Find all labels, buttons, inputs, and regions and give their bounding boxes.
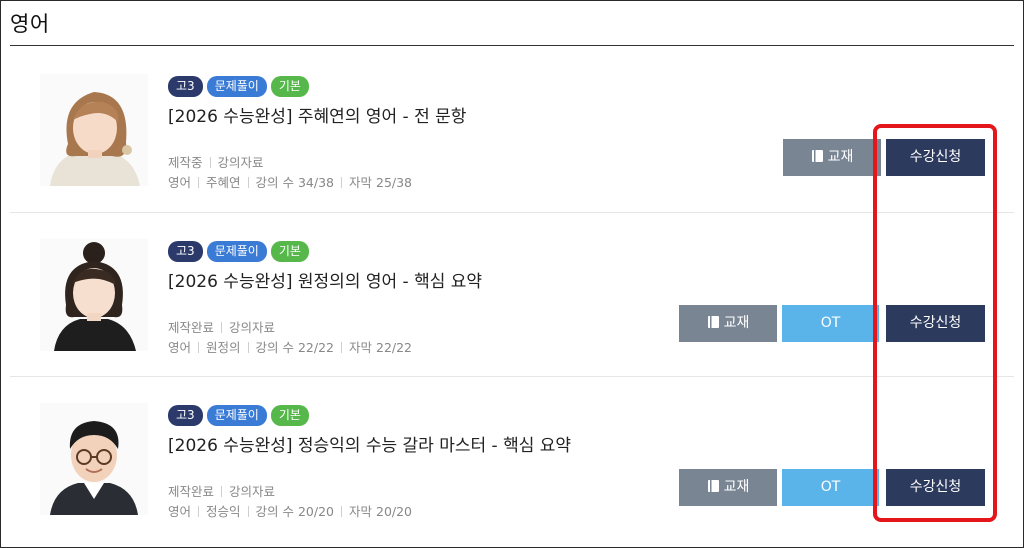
book-icon — [707, 471, 720, 508]
enroll-button[interactable]: 수강신청 — [886, 469, 985, 506]
teacher-photo — [40, 239, 148, 351]
meta-separator — [341, 342, 343, 353]
book-icon — [707, 307, 720, 344]
tag-list: 고3 문제풀이 기본 — [168, 76, 309, 97]
teacher-photo — [40, 403, 148, 515]
enroll-button[interactable]: 수강신청 — [886, 305, 985, 342]
type-tag: 문제풀이 — [206, 76, 267, 97]
lecture-count: 강의 수 34/38 — [255, 175, 335, 190]
section-title: 영어 — [10, 12, 50, 36]
teacher-name: 주혜연 — [206, 175, 241, 190]
textbook-button[interactable]: 교재 — [783, 139, 881, 176]
meta-separator — [247, 506, 249, 517]
course-item: 고3 문제풀이 기본 [2026 수능완성] 원정의의 영어 - 핵심 요약 제… — [10, 212, 1014, 377]
grade-tag: 고3 — [168, 76, 203, 97]
subject-label: 영어 — [168, 504, 192, 519]
lecture-material-link[interactable]: 강의자료 — [229, 320, 275, 335]
meta-separator — [341, 506, 343, 517]
level-tag: 기본 — [270, 76, 309, 97]
grade-tag: 고3 — [168, 405, 203, 426]
meta-separator — [221, 322, 223, 333]
tag-list: 고3 문제풀이 기본 — [168, 241, 309, 262]
lecture-count: 강의 수 20/20 — [255, 504, 335, 519]
lecture-material-link[interactable]: 강의자료 — [218, 155, 264, 170]
book-icon — [811, 141, 824, 178]
subject-label: 영어 — [168, 340, 192, 355]
meta-separator — [198, 506, 200, 517]
meta-separator — [198, 342, 200, 353]
meta-separator — [221, 486, 223, 497]
textbook-button[interactable]: 교재 — [679, 469, 777, 506]
course-title[interactable]: [2026 수능완성] 원정의의 영어 - 핵심 요약 — [168, 267, 482, 292]
course-info-line: 영어 원정의 강의 수 22/22 자막 22/22 — [168, 337, 412, 356]
meta-separator — [247, 177, 249, 188]
level-tag: 기본 — [270, 241, 309, 262]
level-tag: 기본 — [270, 405, 309, 426]
subtitle-count: 자막 20/20 — [349, 504, 413, 519]
course-status-line: 제작완료 강의자료 — [168, 481, 275, 500]
meta-separator — [209, 157, 211, 168]
course-item: 고3 문제풀이 기본 [2026 수능완성] 정승익의 수능 갈라 마스터 - … — [10, 376, 1014, 541]
lecture-count: 강의 수 22/22 — [255, 340, 335, 355]
course-item: 고3 문제풀이 기본 [2026 수능완성] 주혜연의 영어 - 전 문항 제작… — [10, 48, 1014, 212]
course-title[interactable]: [2026 수능완성] 정승익의 수능 갈라 마스터 - 핵심 요약 — [168, 431, 571, 456]
textbook-button-label: 교재 — [723, 315, 750, 331]
course-status-line: 제작완료 강의자료 — [168, 317, 275, 336]
grade-tag: 고3 — [168, 241, 203, 262]
textbook-button-label: 교재 — [827, 149, 854, 165]
production-status: 제작중 — [168, 155, 203, 170]
course-title[interactable]: [2026 수능완성] 주혜연의 영어 - 전 문항 — [168, 102, 466, 127]
meta-separator — [247, 342, 249, 353]
production-status: 제작완료 — [168, 320, 215, 335]
section-divider — [10, 45, 1014, 46]
tag-list: 고3 문제풀이 기본 — [168, 405, 309, 426]
subtitle-count: 자막 22/22 — [349, 340, 413, 355]
textbook-button[interactable]: 교재 — [679, 305, 777, 342]
course-info-line: 영어 정승익 강의 수 20/20 자막 20/20 — [168, 501, 412, 520]
ot-button[interactable]: OT — [782, 469, 879, 506]
enroll-button[interactable]: 수강신청 — [886, 139, 985, 176]
meta-separator — [341, 177, 343, 188]
meta-separator — [198, 177, 200, 188]
type-tag: 문제풀이 — [206, 405, 267, 426]
textbook-button-label: 교재 — [723, 479, 750, 495]
production-status: 제작완료 — [168, 484, 215, 499]
teacher-photo — [40, 74, 148, 186]
subject-label: 영어 — [168, 175, 192, 190]
teacher-name: 정승익 — [206, 504, 241, 519]
teacher-name: 원정의 — [206, 340, 241, 355]
subtitle-count: 자막 25/38 — [349, 175, 413, 190]
course-status-line: 제작중 강의자료 — [168, 152, 264, 171]
lecture-material-link[interactable]: 강의자료 — [229, 484, 275, 499]
ot-button[interactable]: OT — [782, 305, 879, 342]
course-info-line: 영어 주혜연 강의 수 34/38 자막 25/38 — [168, 172, 412, 191]
type-tag: 문제풀이 — [206, 241, 267, 262]
